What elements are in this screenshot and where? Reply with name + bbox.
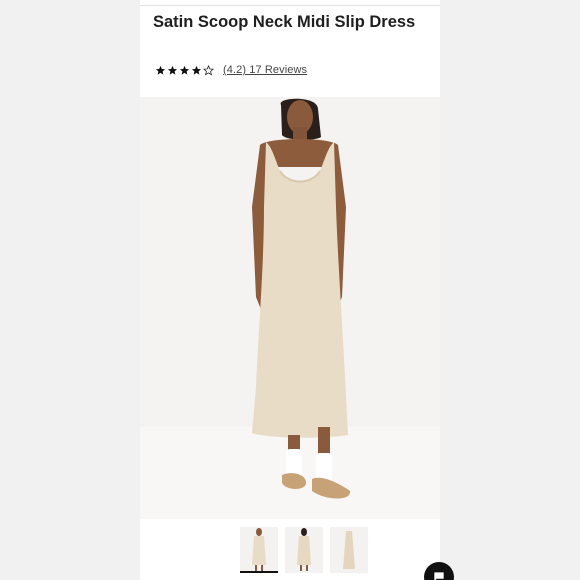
thumbnail-front-image bbox=[240, 527, 278, 573]
thumbnail-back-image bbox=[285, 527, 323, 573]
product-card: Satin Scoop Neck Midi Slip Dress (4.2) 1… bbox=[140, 0, 440, 580]
thumbnail-flat[interactable] bbox=[330, 527, 368, 573]
dress-model-illustration bbox=[140, 97, 440, 519]
star-filled-icon bbox=[179, 65, 190, 75]
thumbnail-flat-image bbox=[330, 527, 368, 573]
thumbnail-back[interactable] bbox=[285, 527, 323, 573]
star-rating bbox=[155, 64, 214, 76]
main-product-photo[interactable] bbox=[140, 97, 440, 519]
reviews-link[interactable]: (4.2) 17 Reviews bbox=[223, 64, 307, 76]
divider bbox=[140, 5, 440, 6]
star-filled-icon bbox=[167, 65, 178, 75]
star-filled-icon bbox=[155, 65, 166, 75]
thumbnail-strip bbox=[240, 527, 368, 573]
star-filled-icon bbox=[191, 65, 202, 75]
thumbnail-front[interactable] bbox=[240, 527, 278, 573]
chat-icon bbox=[434, 572, 444, 580]
product-title: Satin Scoop Neck Midi Slip Dress bbox=[153, 13, 416, 31]
floating-action-button[interactable] bbox=[424, 562, 454, 580]
rating-row: (4.2) 17 Reviews bbox=[155, 62, 307, 78]
star-outline-icon bbox=[203, 64, 214, 75]
